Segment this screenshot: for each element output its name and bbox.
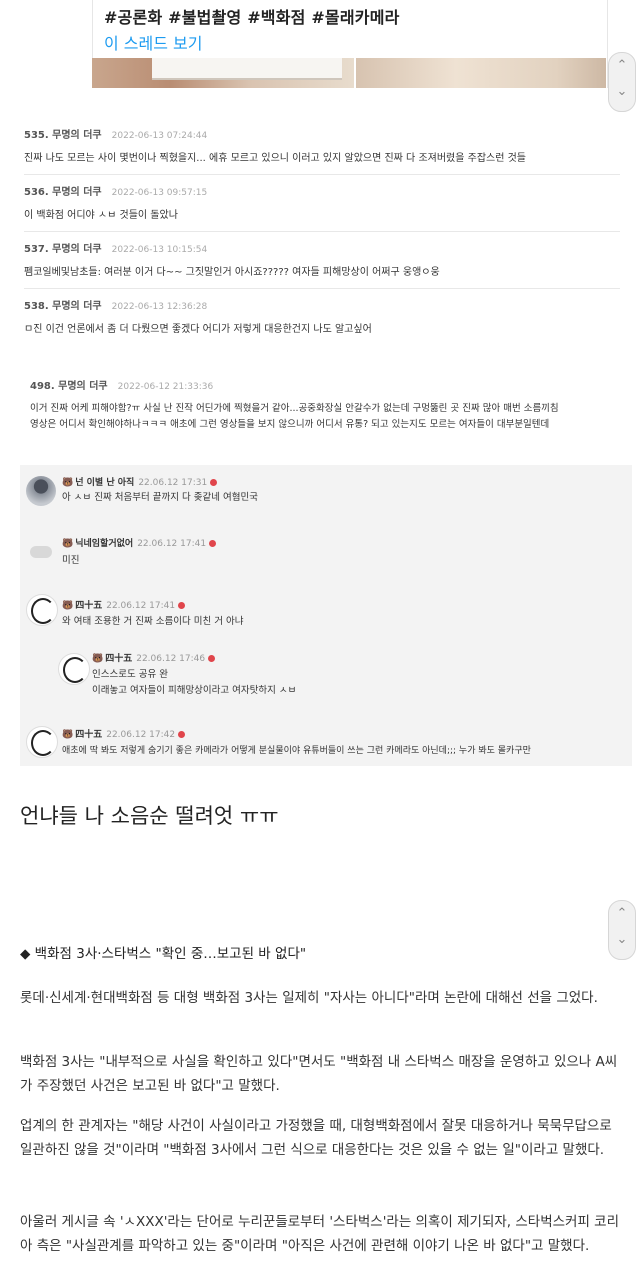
reply-text: 애초에 딱 봐도 저렇게 숨기기 좋은 카메라가 어떻게 분실물이야 유튜버들이… <box>62 746 531 756</box>
article-paragraph: 아울러 게시글 속 'ㅅXXX'라는 단어로 누리꾼들로부터 '스타벅스'라는 … <box>20 1214 620 1254</box>
comment-text: 이거 진짜 어케 피해야함?ㅠ 사실 난 진작 어딘가에 찍혔을거 같아...공… <box>30 403 559 414</box>
reply-text: 와 여태 조용한 거 진짜 소름이다 미친 거 아냐 <box>62 616 244 627</box>
comment-author: 537. 무명의 더쿠 <box>24 244 102 255</box>
bear-badge-icon: 🐻 <box>92 654 104 664</box>
reply-date: 22.06.12 17:46 <box>136 654 206 664</box>
comment-text: ㅁ진 이건 언론에서 좀 더 다뤘으면 좋겠다 어디가 저렇게 대응한건지 나도… <box>24 324 372 335</box>
article-paragraph: 백화점 3사는 "내부적으로 사실을 확인하고 있다"면서도 "백화점 내 스타… <box>20 1054 618 1094</box>
bear-badge-icon: 🐻 <box>62 601 74 611</box>
comment-text: 영상은 어디서 확인해야하나ㅋㅋㅋ 애초에 그런 영상들을 보지 않으니까 어디… <box>30 419 550 430</box>
avatar <box>26 594 58 626</box>
post-caption: 언냐들 나 소음순 떨려엇 ㅠㅠ <box>20 804 279 828</box>
article-paragraph: 업계의 한 관계자는 "해당 사건이 사실이라고 가정했을 때, 대형백화점에서… <box>20 1118 612 1158</box>
divider <box>24 174 620 175</box>
comment: 498. 무명의 더쿠 2022-06-12 21:33:36 이거 진짜 어케 … <box>30 377 630 433</box>
divider <box>24 288 620 289</box>
bear-badge-icon: 🐻 <box>62 730 74 740</box>
reply-date: 22.06.12 17:41 <box>106 601 176 611</box>
comment: 537. 무명의 더쿠 2022-06-13 10:15:54 펨코일베및남초들:… <box>24 240 624 281</box>
comment-author: 498. 무명의 더쿠 <box>30 381 108 392</box>
scroll-control[interactable]: ⌃ ⌄ <box>608 52 636 112</box>
chevron-down-icon[interactable]: ⌄ <box>609 79 635 105</box>
comment-author: 535. 무명의 더쿠 <box>24 130 102 141</box>
comment-date: 2022-06-13 10:15:54 <box>111 245 208 255</box>
avatar <box>26 476 56 506</box>
report-icon[interactable] <box>178 731 186 738</box>
bear-badge-icon: 🐻 <box>62 478 74 488</box>
bear-badge-icon: 🐻 <box>62 539 74 549</box>
article-paragraph: 롯데·신세계·현대백화점 등 대형 백화점 3사는 일제히 "자사는 아니다"라… <box>20 990 598 1006</box>
reply-author: 四十五 <box>75 730 103 740</box>
comment-text: 진짜 나도 모르는 사이 몇번이나 찍혔을지... 에휴 모르고 있으니 이러고… <box>24 153 526 164</box>
report-icon[interactable] <box>208 655 216 662</box>
tweet-photo[interactable] <box>92 58 354 88</box>
comment-date: 2022-06-13 12:36:28 <box>111 302 208 312</box>
chevron-up-icon[interactable]: ⌃ <box>609 53 635 79</box>
report-icon[interactable] <box>210 479 218 486</box>
comment-text: 이 백화점 어디야 ㅅㅂ 것들이 돌았나 <box>24 210 178 221</box>
comment-author: 536. 무명의 더쿠 <box>24 187 102 198</box>
reply-text: 미진 <box>62 555 80 566</box>
comment-date: 2022-06-12 21:33:36 <box>117 382 214 392</box>
report-icon[interactable] <box>178 602 186 609</box>
avatar <box>26 536 56 566</box>
comment-text: 펨코일베및남초들: 여러분 이거 다~~ 그짓말인거 아시죠????? 여자들 … <box>24 267 440 278</box>
reply-date: 22.06.12 17:31 <box>138 478 208 488</box>
reply-author: 넌 이별 난 아직 <box>75 478 135 488</box>
view-thread-link[interactable]: 이 스레드 보기 <box>104 30 203 54</box>
reply-text: 아 ㅅㅂ 진짜 처음부터 끝까지 다 좆같네 여혐민국 <box>62 492 258 503</box>
tweet-hashtags[interactable]: #공론화 #불법촬영 #백화점 #몰래카메라 <box>104 4 400 28</box>
reply-author: 四十五 <box>105 654 133 664</box>
avatar <box>26 726 58 758</box>
report-icon[interactable] <box>209 540 217 547</box>
reply-text: 이래놓고 여자들이 피해망상이라고 여자탓하지 ㅅㅂ <box>92 685 297 696</box>
comment-author: 538. 무명의 더쿠 <box>24 301 102 312</box>
comment: 538. 무명의 더쿠 2022-06-13 12:36:28 ㅁ진 이건 언론에… <box>24 297 624 338</box>
comment-date: 2022-06-13 09:57:15 <box>111 188 208 198</box>
reply-author: 닉네임할거없어 <box>75 539 134 549</box>
reply-date: 22.06.12 17:41 <box>137 539 207 549</box>
reply-date: 22.06.12 17:42 <box>106 730 176 740</box>
divider <box>24 231 620 232</box>
reply-author: 四十五 <box>75 601 103 611</box>
article-heading: ◆ 백화점 3사·스타벅스 "확인 중…보고된 바 없다" <box>20 946 307 962</box>
tweet-photo[interactable] <box>356 58 606 88</box>
chevron-up-icon[interactable]: ⌃ <box>609 901 635 927</box>
comment-date: 2022-06-13 07:24:44 <box>111 131 208 141</box>
reply-text: 인스스로도 공유 완 <box>92 669 168 680</box>
comment: 536. 무명의 더쿠 2022-06-13 09:57:15 이 백화점 어디야… <box>24 183 624 224</box>
comment: 535. 무명의 더쿠 2022-06-13 07:24:44 진짜 나도 모르는… <box>24 126 624 167</box>
avatar <box>58 653 90 685</box>
